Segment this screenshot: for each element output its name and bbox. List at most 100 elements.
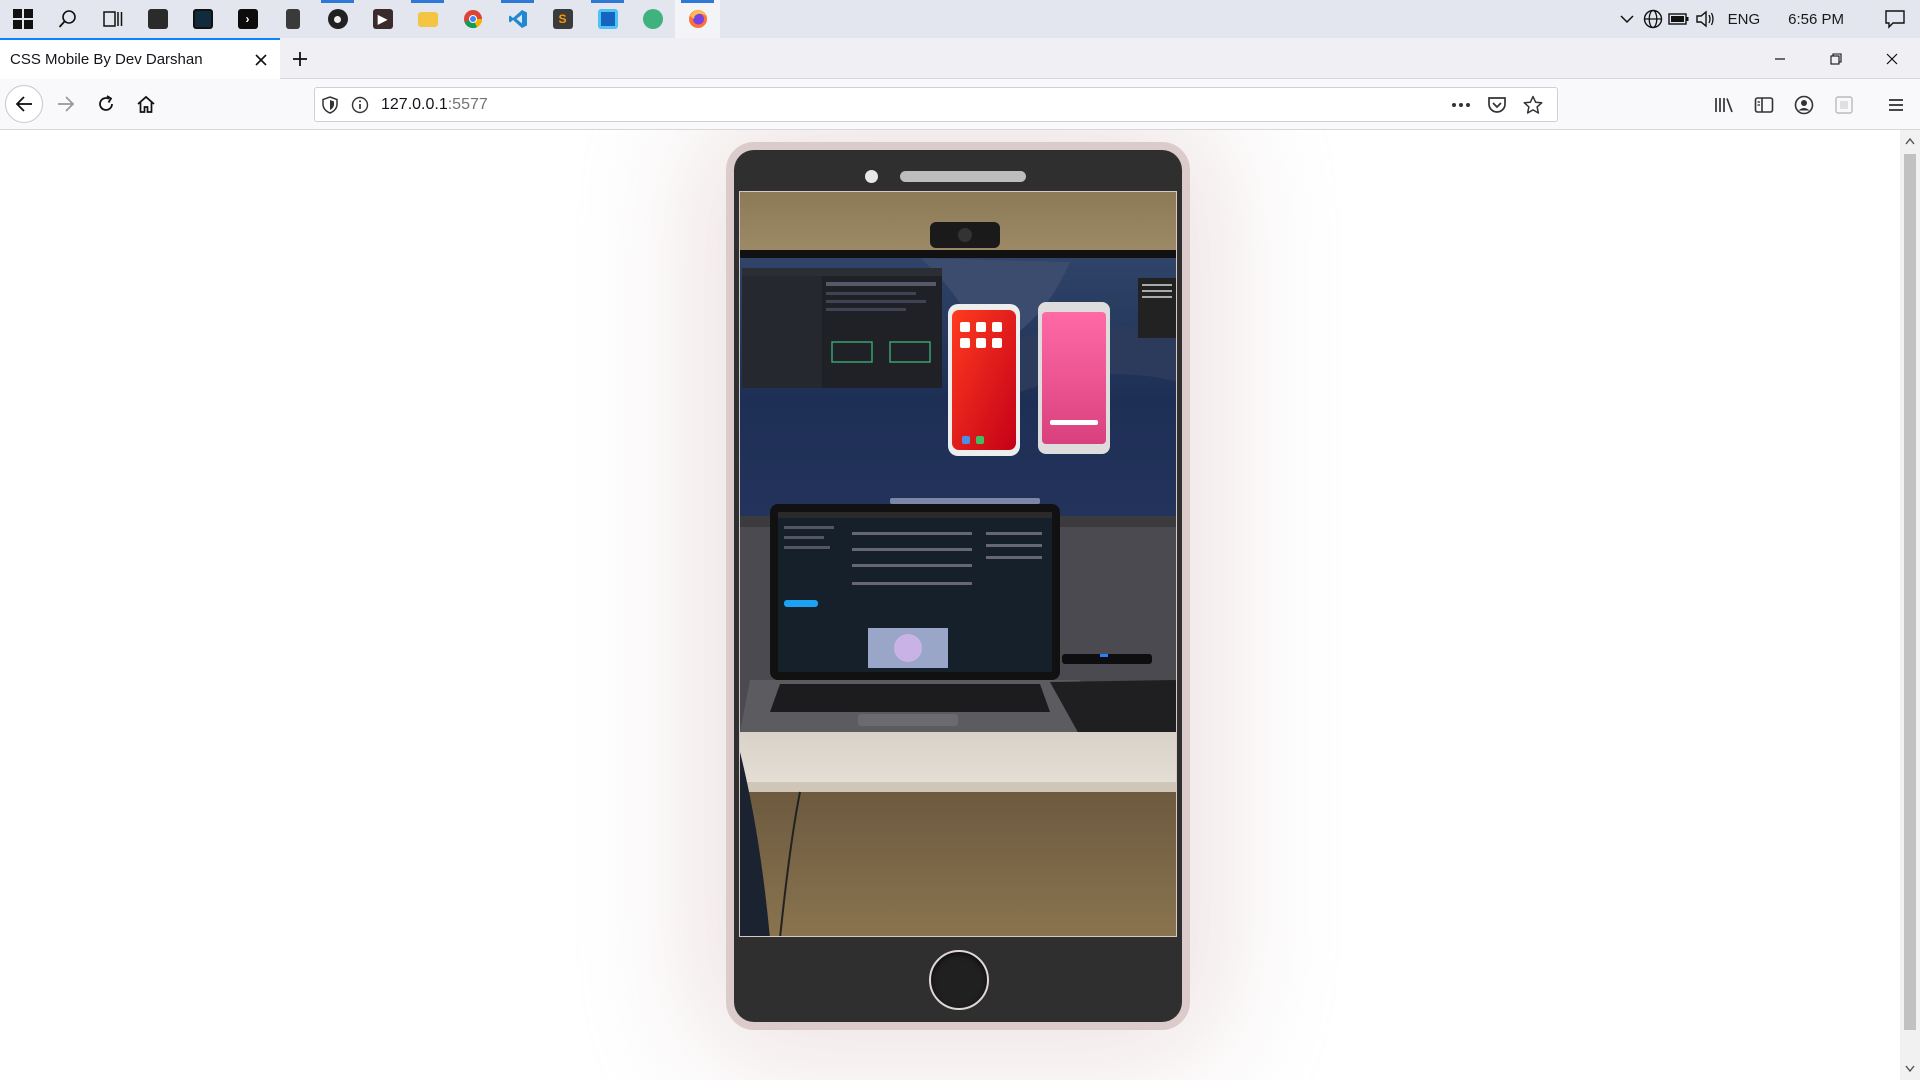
pocket-button[interactable]	[1479, 88, 1515, 121]
app-menu-button[interactable]	[1878, 87, 1914, 123]
phone-screen	[739, 191, 1177, 937]
chrome-icon	[463, 10, 482, 29]
site-info-button[interactable]	[345, 88, 375, 121]
scroll-up-button[interactable]	[1900, 132, 1920, 150]
taskbar-app-vscode[interactable]	[495, 0, 540, 38]
start-button[interactable]	[0, 0, 45, 38]
taskbar-app-editor[interactable]	[585, 0, 630, 38]
pocket-icon	[1488, 96, 1506, 113]
close-icon	[255, 54, 267, 66]
page-viewport	[0, 130, 1900, 1080]
taskbar-app-chrome[interactable]	[450, 0, 495, 38]
windows-taskbar: › ▶ S ENG 6:56 PM	[0, 0, 1920, 38]
search-icon	[58, 10, 76, 28]
taskbar-app-1[interactable]	[135, 0, 180, 38]
bookmark-star-button[interactable]	[1515, 88, 1551, 121]
hamburger-menu-icon	[1889, 99, 1903, 111]
new-tab-button[interactable]	[286, 45, 314, 73]
taskbar-app-sublime[interactable]: S	[540, 0, 585, 38]
navigation-toolbar: 127.0.0.1:5577	[0, 79, 1920, 130]
globe-icon	[1643, 9, 1662, 29]
tab-strip: CSS Mobile By Dev Darshan	[0, 38, 1920, 79]
phone-home-button[interactable]	[929, 950, 989, 1010]
taskbar-app-video[interactable]: ▶	[360, 0, 405, 38]
info-icon	[351, 96, 369, 113]
close-icon	[1886, 53, 1898, 64]
more-horizontal-icon	[1452, 102, 1470, 107]
network-button[interactable]	[1640, 0, 1666, 38]
tracking-protection-button[interactable]	[315, 88, 345, 121]
plus-icon	[293, 52, 307, 66]
arrow-right-icon	[58, 96, 75, 112]
task-view-icon	[102, 11, 122, 27]
url-text[interactable]: 127.0.0.1:5577	[381, 96, 488, 114]
account-button[interactable]	[1786, 87, 1822, 123]
terminal-icon	[192, 9, 213, 29]
extension-button[interactable]	[1826, 87, 1862, 123]
star-icon	[1523, 95, 1543, 114]
system-tray: ENG 6:56 PM	[1614, 0, 1920, 38]
reload-icon	[99, 95, 113, 111]
battery-icon	[1667, 13, 1689, 25]
notification-icon	[1885, 10, 1905, 29]
speaker-icon	[1695, 10, 1714, 28]
action-center-button[interactable]	[1870, 0, 1920, 38]
phone-body	[734, 150, 1182, 1022]
command-prompt-icon: ›	[237, 9, 258, 29]
sidebar-icon	[1754, 97, 1774, 113]
chevron-up-icon	[1620, 15, 1634, 24]
library-icon	[1715, 98, 1733, 113]
forward-button[interactable]	[47, 85, 85, 123]
chevron-down-icon	[1905, 1065, 1915, 1073]
close-window-button[interactable]	[1864, 38, 1920, 79]
taskbar-app-chatgpt[interactable]	[630, 0, 675, 38]
calculator-icon	[285, 9, 300, 29]
app-icon	[147, 9, 168, 29]
scroll-down-button[interactable]	[1900, 1060, 1920, 1078]
taskbar-app-firefox[interactable]	[675, 0, 720, 38]
sidebar-button[interactable]	[1746, 87, 1782, 123]
chatgpt-icon	[642, 9, 663, 29]
editor-icon	[597, 9, 618, 29]
show-hidden-icons-button[interactable]	[1614, 0, 1640, 38]
tab-close-button[interactable]	[250, 49, 272, 71]
taskbar-app-cmd[interactable]: ›	[225, 0, 270, 38]
home-button[interactable]	[127, 85, 165, 123]
library-button[interactable]	[1706, 87, 1742, 123]
restore-button[interactable]	[1808, 38, 1864, 79]
scrollbar-thumb[interactable]	[1904, 154, 1916, 1030]
task-view-button[interactable]	[90, 0, 135, 38]
chevron-up-icon	[1905, 137, 1915, 145]
windows-logo-icon	[12, 9, 33, 29]
clock[interactable]: 6:56 PM	[1770, 11, 1870, 28]
reload-button[interactable]	[87, 85, 125, 123]
language-indicator[interactable]: ENG	[1718, 11, 1771, 28]
home-icon	[137, 95, 155, 113]
video-player-icon: ▶	[372, 9, 393, 29]
url-host: 127.0.0.1	[381, 95, 448, 113]
extension-icon	[1835, 96, 1853, 114]
restore-icon	[1830, 52, 1842, 65]
arrow-left-icon	[15, 96, 32, 112]
firefox-icon	[688, 10, 707, 28]
tab-title: CSS Mobile By Dev Darshan	[10, 51, 203, 68]
tab-css-mobile[interactable]: CSS Mobile By Dev Darshan	[0, 38, 280, 79]
css-mobile-phone	[726, 142, 1190, 1030]
url-bar[interactable]: 127.0.0.1:5577	[314, 87, 1558, 122]
taskbar-search-button[interactable]	[45, 0, 90, 38]
page-actions-button[interactable]	[1443, 88, 1479, 121]
desk-setup-photo	[740, 192, 1176, 936]
back-button[interactable]	[5, 85, 43, 123]
taskbar-app-terminal[interactable]	[180, 0, 225, 38]
front-camera	[865, 170, 878, 183]
battery-button[interactable]	[1666, 0, 1692, 38]
sublime-text-icon: S	[552, 9, 573, 29]
url-port: :5577	[447, 95, 488, 113]
taskbar-app-media[interactable]	[315, 0, 360, 38]
page-scrollbar[interactable]	[1900, 130, 1920, 1080]
media-player-icon	[327, 9, 348, 29]
minimize-button[interactable]	[1752, 38, 1808, 79]
taskbar-app-calculator[interactable]	[270, 0, 315, 38]
taskbar-app-explorer[interactable]	[405, 0, 450, 38]
volume-button[interactable]	[1692, 0, 1718, 38]
